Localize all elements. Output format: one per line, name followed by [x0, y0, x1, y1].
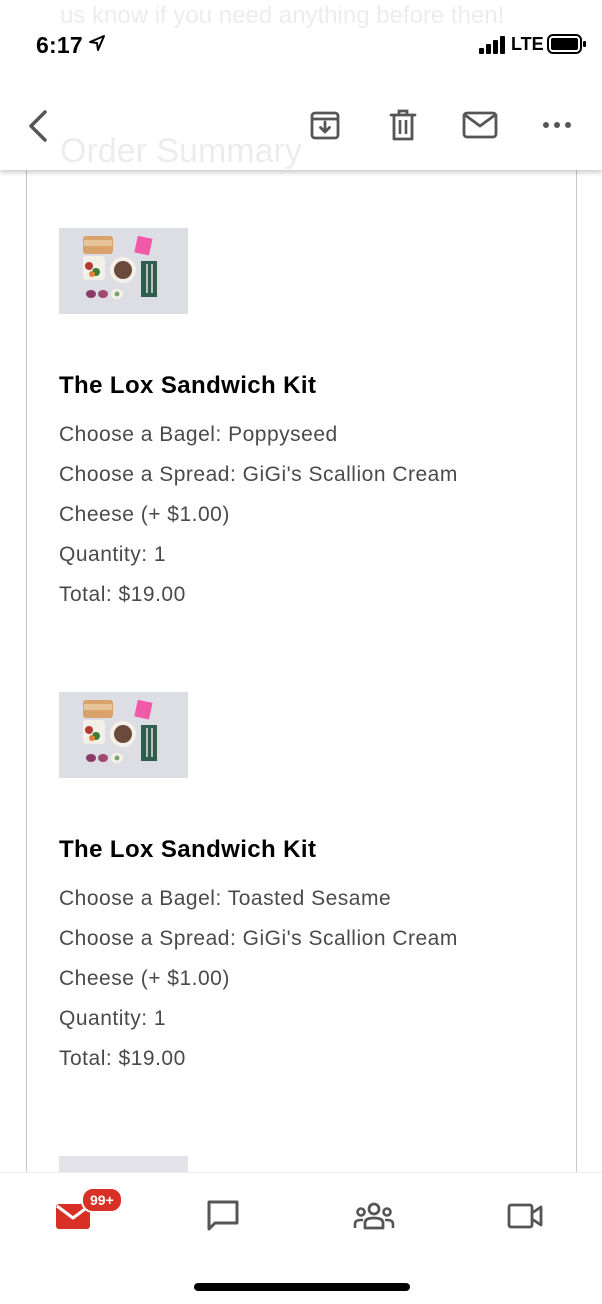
- home-indicator[interactable]: [194, 1283, 410, 1291]
- item-quantity: Quantity: 1: [59, 543, 167, 566]
- item-total: Total: $19.00: [59, 583, 186, 606]
- delete-button[interactable]: [383, 105, 423, 145]
- item-title: The Lox Sandwich Kit: [59, 372, 317, 399]
- order-item: [59, 1156, 559, 1172]
- network-type: LTE: [511, 34, 544, 54]
- background-section-heading: Order Summary: [60, 132, 302, 170]
- archive-button[interactable]: [305, 105, 345, 145]
- chevron-left-icon: [29, 110, 47, 142]
- chat-icon: [207, 1200, 239, 1231]
- cellular-signal-icon: [479, 36, 505, 54]
- more-options-button[interactable]: [537, 105, 577, 145]
- product-image: [59, 228, 188, 314]
- meet-icon: [507, 1203, 543, 1229]
- nav-meet-tab[interactable]: [500, 1191, 550, 1241]
- item-spread: Choose a Spread: GiGi's Scallion Cream: [59, 927, 458, 950]
- mark-unread-button[interactable]: [460, 105, 500, 145]
- nav-chat-tab[interactable]: [198, 1191, 248, 1241]
- unread-count-badge: 99+: [81, 1187, 123, 1213]
- order-item: The Lox Sandwich Kit Choose a Bagel: Toa…: [59, 692, 559, 1079]
- item-spread-cont: Cheese (+ $1.00): [59, 503, 230, 526]
- email-body[interactable]: The Lox Sandwich Kit Choose a Bagel: Pop…: [0, 170, 602, 1172]
- back-button[interactable]: [18, 106, 58, 146]
- item-bagel: Choose a Bagel: Poppyseed: [59, 423, 338, 446]
- item-total: Total: $19.00: [59, 1047, 186, 1070]
- rooms-icon: [353, 1202, 395, 1230]
- item-quantity: Quantity: 1: [59, 1007, 167, 1030]
- nav-rooms-tab[interactable]: [349, 1191, 399, 1241]
- item-title: The Lox Sandwich Kit: [59, 836, 317, 863]
- status-time: 6:17: [36, 32, 83, 58]
- product-image: [59, 1156, 188, 1172]
- trash-icon: [389, 109, 417, 141]
- archive-icon: [310, 111, 340, 140]
- battery-icon: [547, 34, 586, 54]
- item-bagel: Choose a Bagel: Toasted Sesame: [59, 887, 392, 910]
- product-image: [59, 692, 188, 778]
- mail-icon: [462, 111, 498, 139]
- status-bar: 6:17 LTE: [0, 0, 602, 90]
- order-item: The Lox Sandwich Kit Choose a Bagel: Pop…: [59, 228, 559, 615]
- item-spread-cont: Cheese (+ $1.00): [59, 967, 230, 990]
- more-horizontal-icon: [543, 122, 571, 128]
- item-spread: Choose a Spread: GiGi's Scallion Cream: [59, 463, 458, 486]
- location-arrow-icon: [89, 35, 105, 51]
